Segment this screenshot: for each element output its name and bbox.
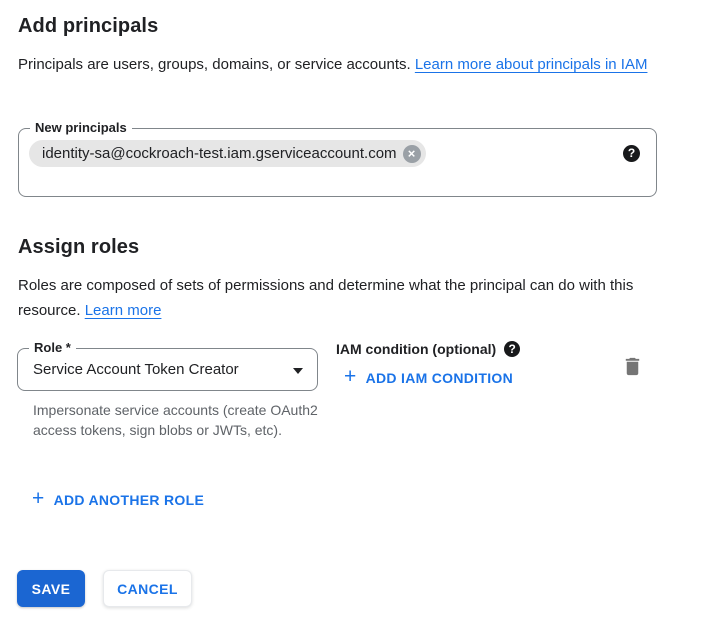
assign-roles-title: Assign roles	[18, 236, 139, 259]
iam-condition-help-icon[interactable]: ?	[504, 341, 520, 357]
new-principals-field[interactable]: New principals identity-sa@cockroach-tes…	[18, 128, 657, 197]
add-iam-condition-button[interactable]: + ADD IAM CONDITION	[344, 370, 513, 386]
role-select[interactable]: Role * Service Account Token Creator	[17, 348, 318, 391]
principal-chip[interactable]: identity-sa@cockroach-test.iam.gservicea…	[29, 140, 426, 167]
chip-remove-icon[interactable]: ×	[403, 145, 421, 163]
page-title: Add principals	[18, 15, 158, 38]
iam-condition-label-row: IAM condition (optional) ?	[336, 341, 520, 357]
delete-role-button[interactable]	[619, 353, 646, 383]
new-principals-help-icon[interactable]: ?	[623, 145, 640, 162]
role-label: Role *	[29, 340, 76, 355]
learn-more-principals-link[interactable]: Learn more about principals in IAM	[415, 56, 648, 73]
plus-icon: +	[32, 490, 45, 508]
role-helper-text: Impersonate service accounts (create OAu…	[33, 400, 323, 440]
learn-more-roles-link[interactable]: Learn more	[85, 302, 162, 319]
trash-icon	[621, 355, 644, 378]
add-iam-condition-label: ADD IAM CONDITION	[366, 370, 513, 386]
add-another-role-label: ADD ANOTHER ROLE	[54, 492, 205, 508]
roles-description: Roles are composed of sets of permission…	[18, 273, 670, 323]
save-button[interactable]: SAVE	[17, 570, 85, 607]
principals-description-text: Principals are users, groups, domains, o…	[18, 56, 415, 73]
add-another-role-button[interactable]: + ADD ANOTHER ROLE	[32, 492, 204, 508]
iam-condition-label: IAM condition (optional)	[336, 341, 496, 357]
principals-description: Principals are users, groups, domains, o…	[18, 52, 670, 77]
role-selected-value: Service Account Token Creator	[33, 361, 239, 378]
principal-chip-text: identity-sa@cockroach-test.iam.gservicea…	[42, 145, 397, 162]
new-principals-label: New principals	[30, 120, 132, 135]
cancel-button[interactable]: CANCEL	[103, 570, 192, 607]
dropdown-arrow-icon	[293, 368, 303, 374]
plus-icon: +	[344, 368, 357, 386]
